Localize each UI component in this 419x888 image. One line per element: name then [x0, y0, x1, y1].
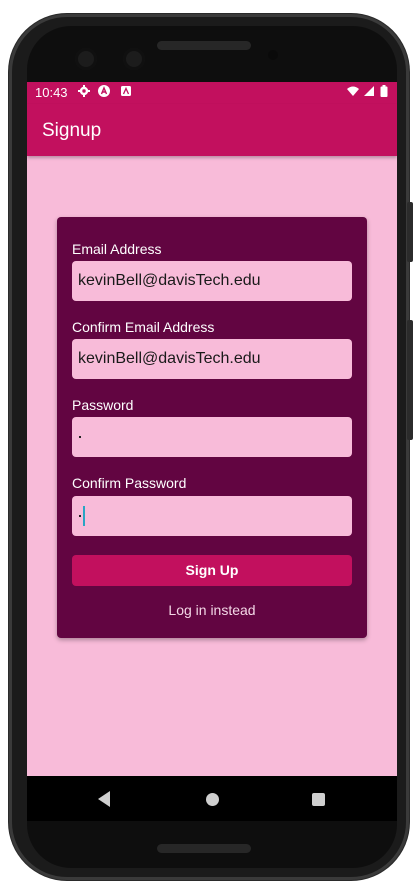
password-mask-dot: [79, 515, 81, 517]
sign-up-button[interactable]: Sign Up: [72, 555, 352, 586]
page-title: Signup: [42, 120, 102, 141]
app-screen: 10:43 Signup Email Address kevinBell@dav…: [27, 82, 397, 821]
back-icon[interactable]: [98, 791, 110, 807]
settings-icon: [78, 85, 90, 97]
signup-form-card: Email Address kevinBell@davisTech.edu Co…: [57, 217, 367, 638]
app-bar: Signup: [27, 104, 397, 156]
earpiece-speaker: [157, 41, 251, 50]
password-label: Password: [72, 397, 134, 413]
bottom-speaker: [157, 844, 251, 853]
confirm-password-label: Confirm Password: [72, 475, 187, 491]
signal-icon: [364, 86, 374, 96]
battery-icon: [380, 85, 388, 97]
password-mask-dot: [79, 436, 81, 438]
home-icon[interactable]: [206, 793, 219, 806]
confirm-password-field[interactable]: [72, 496, 352, 536]
email-label: Email Address: [72, 241, 162, 257]
password-field[interactable]: [72, 417, 352, 457]
text-cursor: [83, 506, 85, 526]
front-camera-icon: [75, 48, 97, 70]
recents-icon[interactable]: [312, 793, 325, 806]
navigation-bar: [27, 776, 397, 821]
front-camera-icon: [123, 48, 145, 70]
login-instead-link[interactable]: Log in instead: [57, 602, 367, 618]
confirm-email-field[interactable]: kevinBell@davisTech.edu: [72, 339, 352, 379]
wifi-icon: [347, 86, 359, 96]
volume-button: [407, 202, 413, 262]
email-field[interactable]: kevinBell@davisTech.edu: [72, 261, 352, 301]
status-bar: 10:43: [27, 82, 397, 104]
notification-icon: [121, 86, 131, 96]
app-icon: [98, 85, 110, 97]
proximity-sensor: [268, 50, 278, 60]
power-button: [407, 320, 413, 440]
status-time: 10:43: [35, 85, 68, 100]
confirm-email-label: Confirm Email Address: [72, 319, 215, 335]
